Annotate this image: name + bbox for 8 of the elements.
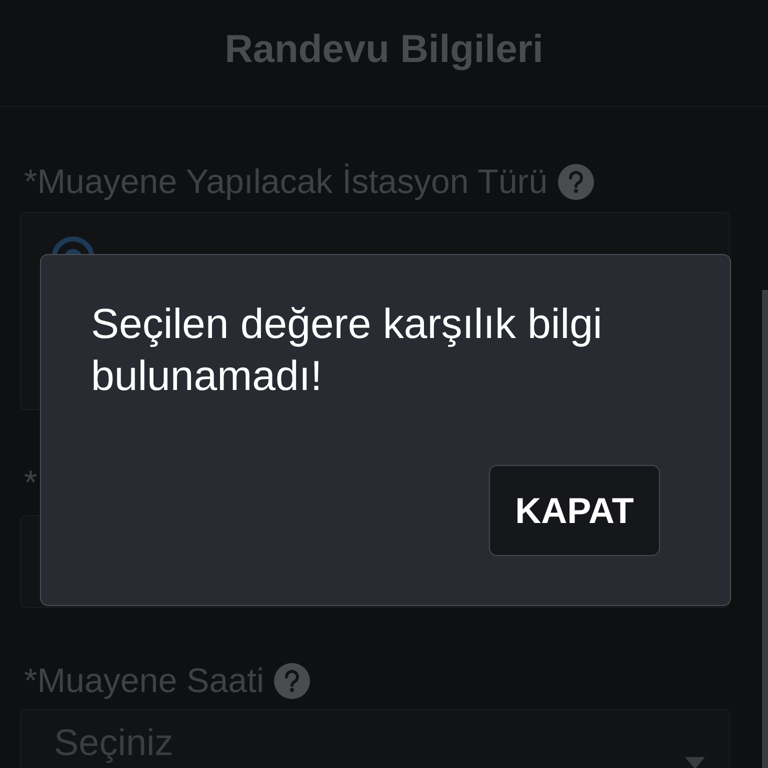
help-icon[interactable] — [558, 164, 594, 200]
dialog-message: Seçilen değere karşılık bilgi bulunamadı! — [91, 299, 604, 401]
scrollbar[interactable] — [762, 290, 768, 768]
page-title: Randevu Bilgileri — [224, 28, 544, 72]
dropdown-caret-icon — [685, 757, 705, 768]
close-button[interactable]: KAPAT — [489, 465, 660, 556]
field-label: * — [24, 463, 38, 503]
help-icon[interactable] — [274, 663, 310, 699]
